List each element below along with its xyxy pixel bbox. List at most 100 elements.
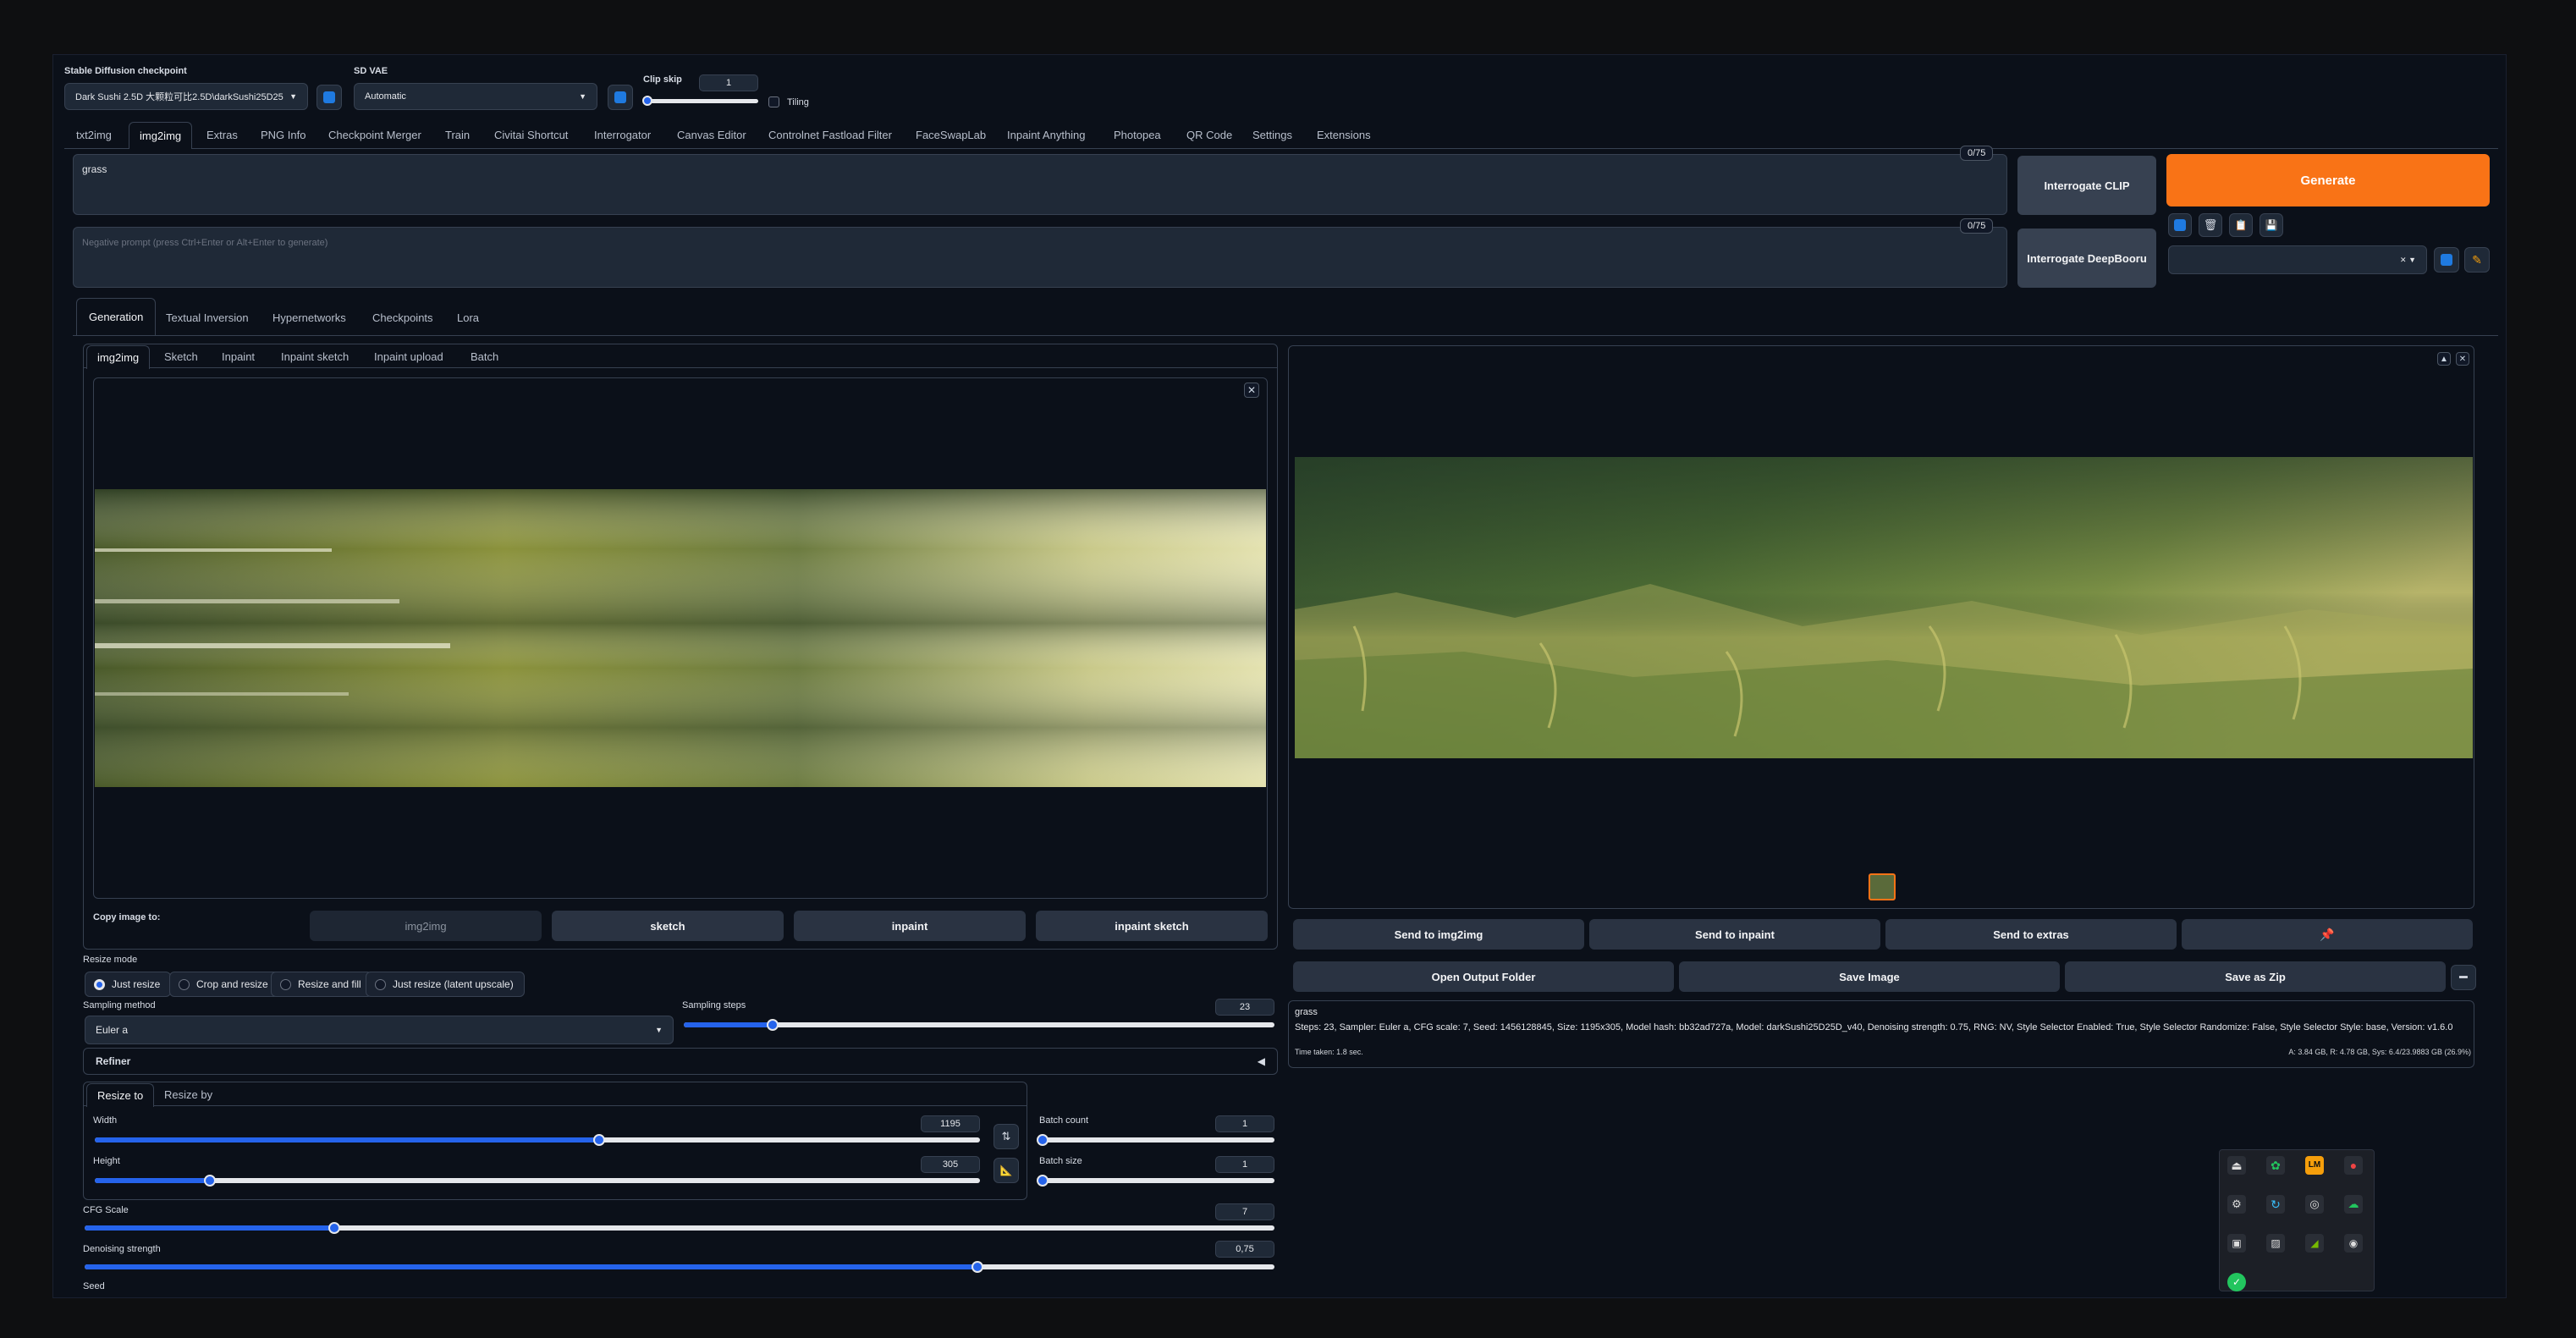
batch-count-input[interactable]: 1 [1215, 1115, 1274, 1132]
radio-crop-and-resize[interactable]: Crop and resize [169, 972, 279, 997]
tab-mode-inpaint-upload[interactable]: Inpaint upload [374, 350, 443, 363]
send-to-img2img-button[interactable]: Send to img2img [1293, 919, 1584, 950]
radio-latent-upscale[interactable]: Just resize (latent upscale) [366, 972, 525, 997]
refresh-checkpoint-button[interactable] [316, 85, 342, 110]
tab-lora[interactable]: Lora [457, 311, 479, 324]
clip-skip-slider[interactable] [642, 96, 758, 106]
tab-hypernetworks[interactable]: Hypernetworks [272, 311, 346, 324]
open-output-folder-button[interactable]: Open Output Folder [1293, 961, 1674, 992]
tab-img2img[interactable]: img2img [129, 122, 193, 149]
height-slider[interactable] [95, 1175, 980, 1187]
cfg-slider[interactable] [85, 1222, 1274, 1234]
batch-count-slider[interactable] [1037, 1134, 1274, 1146]
colorful-app-icon[interactable]: ✿ [2266, 1156, 2285, 1175]
styles-button[interactable]: 💾 [2260, 213, 2283, 237]
checkpoint-select[interactable]: Dark Sushi 2.5D 大颗粒可比2.5D\darkSushi25D25… [64, 83, 308, 110]
tab-mode-img2img[interactable]: img2img [86, 345, 151, 369]
check-shield-icon[interactable]: ✓ [2227, 1273, 2246, 1291]
close-icon: ✕ [2458, 354, 2467, 364]
tab-faceswaplab[interactable]: FaceSwapLab [916, 129, 986, 141]
tab-extensions[interactable]: Extensions [1317, 129, 1371, 141]
gallery-thumbnail[interactable] [1869, 873, 1896, 900]
tab-qr-code[interactable]: QR Code [1186, 129, 1232, 141]
tab-civitai-shortcut[interactable]: Civitai Shortcut [494, 129, 568, 141]
tab-checkpoints[interactable]: Checkpoints [372, 311, 433, 324]
width-input[interactable]: 1195 [921, 1115, 980, 1132]
tab-photopea[interactable]: Photopea [1114, 129, 1161, 141]
aspect-ratio-button[interactable]: 📐 [994, 1158, 1019, 1183]
refiner-accordion[interactable]: Refiner ◀ [83, 1048, 1278, 1075]
vae-select[interactable]: Automatic ▼ [354, 83, 597, 110]
close-gallery-button[interactable]: ✕ [2456, 352, 2469, 366]
tab-settings[interactable]: Settings [1252, 129, 1292, 141]
edit-styles-button[interactable]: ✎ [2464, 247, 2490, 273]
radio-resize-and-fill[interactable]: Resize and fill [271, 972, 372, 997]
cfg-input[interactable]: 7 [1215, 1203, 1274, 1220]
tab-inpaint-anything[interactable]: Inpaint Anything [1007, 129, 1086, 141]
negative-prompt-input[interactable]: Negative prompt (press Ctrl+Enter or Alt… [73, 227, 2007, 288]
tab-mode-batch[interactable]: Batch [471, 350, 498, 363]
tab-mode-sketch[interactable]: Sketch [164, 350, 198, 363]
cloud-icon[interactable]: ☁ [2344, 1195, 2363, 1214]
copy-to-inpaint-button[interactable]: inpaint [794, 911, 1026, 941]
save-as-zip-button[interactable]: Save as Zip [2065, 961, 2446, 992]
browser-icon[interactable]: ● [2344, 1156, 2363, 1175]
interrogate-clip-button[interactable]: Interrogate CLIP [2017, 156, 2156, 215]
send-to-inpaint-button[interactable]: Send to inpaint [1589, 919, 1880, 950]
denoising-slider[interactable] [85, 1261, 1274, 1273]
pin-button[interactable]: 📌 [2182, 919, 2473, 950]
copy-to-img2img-button[interactable]: img2img [310, 911, 542, 941]
photo-icon[interactable]: ▣ [2227, 1234, 2246, 1253]
usb-icon[interactable]: ⏏ [2227, 1156, 2246, 1175]
send-to-extras-button[interactable]: Send to extras [1885, 919, 2177, 950]
tab-resize-to[interactable]: Resize to [86, 1083, 155, 1107]
tiling-checkbox[interactable] [768, 96, 779, 107]
tab-extras[interactable]: Extras [206, 129, 238, 141]
tab-train[interactable]: Train [445, 129, 470, 141]
swap-dimensions-button[interactable]: ⇅ [994, 1124, 1019, 1149]
batch-size-slider[interactable] [1037, 1175, 1274, 1187]
interrogate-deepbooru-button[interactable]: Interrogate DeepBooru [2017, 229, 2156, 288]
read-params-button[interactable] [2168, 213, 2192, 237]
tab-mode-inpaint[interactable]: Inpaint [222, 350, 255, 363]
discord-icon[interactable]: ◉ [2344, 1234, 2363, 1253]
styles-dropdown[interactable]: ✕ ▼ [2168, 245, 2427, 274]
record-icon[interactable]: ◎ [2305, 1195, 2324, 1214]
tab-checkpoint-merger[interactable]: Checkpoint Merger [328, 129, 421, 141]
clear-input-image-button[interactable]: ✕ [1244, 383, 1259, 398]
tab-controlnet-fastload[interactable]: Controlnet Fastload Filter [768, 129, 892, 141]
tab-textual-inversion[interactable]: Textual Inversion [166, 311, 249, 324]
radio-just-resize[interactable]: Just resize [85, 972, 172, 997]
prompt-input[interactable]: grass [73, 154, 2007, 215]
refresh-vae-button[interactable] [608, 85, 633, 110]
tab-interrogator[interactable]: Interrogator [594, 129, 651, 141]
sampling-method-select[interactable]: Euler a ▼ [85, 1016, 674, 1044]
image-icon[interactable]: ▨ [2266, 1234, 2285, 1253]
save-image-button[interactable]: Save Image [1679, 961, 2060, 992]
fullscreen-button[interactable]: ▲ [2437, 352, 2451, 366]
batch-size-input[interactable]: 1 [1215, 1156, 1274, 1173]
sampling-steps-input[interactable]: 23 [1215, 999, 1274, 1016]
copy-to-inpaint-sketch-button[interactable]: inpaint sketch [1036, 911, 1268, 941]
tab-png-info[interactable]: PNG Info [261, 129, 305, 141]
tab-generation[interactable]: Generation [76, 298, 157, 335]
sync-icon[interactable]: ↻ [2266, 1195, 2285, 1214]
sampling-steps-slider[interactable] [684, 1019, 1274, 1031]
delete-image-button[interactable]: ━ [2451, 965, 2476, 990]
trash-button[interactable]: 🗑 [2199, 213, 2222, 237]
tab-canvas-editor[interactable]: Canvas Editor [677, 129, 746, 141]
clip-skip-input[interactable]: 1 [699, 74, 758, 91]
nvidia-icon[interactable]: ◢ [2305, 1234, 2324, 1253]
denoising-input[interactable]: 0,75 [1215, 1241, 1274, 1258]
generate-button[interactable]: Generate [2166, 154, 2490, 206]
steam-icon[interactable]: ⚙ [2227, 1195, 2246, 1214]
app-logo-icon[interactable]: LM [2305, 1156, 2324, 1175]
height-input[interactable]: 305 [921, 1156, 980, 1173]
clipboard-button[interactable]: 📋 [2229, 213, 2253, 237]
refresh-styles-button[interactable] [2434, 247, 2459, 273]
tab-resize-by[interactable]: Resize by [164, 1088, 212, 1101]
copy-to-sketch-button[interactable]: sketch [552, 911, 784, 941]
tab-mode-inpaint-sketch[interactable]: Inpaint sketch [281, 350, 349, 363]
tab-txt2img[interactable]: txt2img [76, 129, 112, 141]
width-slider[interactable] [95, 1134, 980, 1146]
